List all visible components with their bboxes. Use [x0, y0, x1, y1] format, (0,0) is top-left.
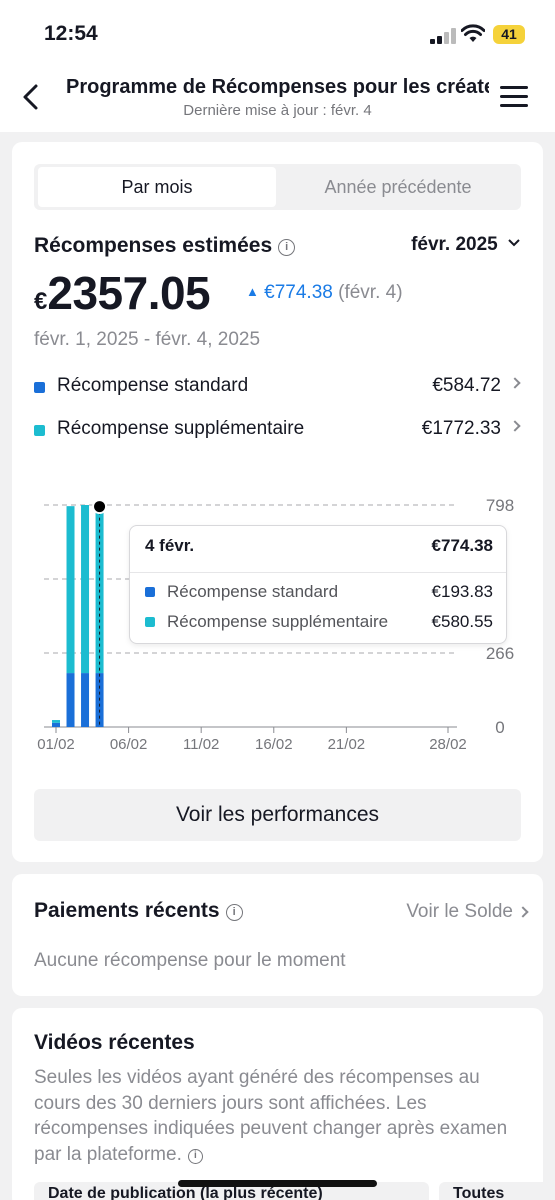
recent-payments-title: Paiements récents	[34, 899, 220, 922]
estimated-rewards-label: Récompenses estimées	[34, 234, 273, 257]
legend-dot-standard	[34, 382, 45, 393]
wifi-icon	[461, 24, 485, 42]
legend-value: €584.72	[432, 375, 501, 396]
last-updated-text: Dernière mise à jour : févr. 4	[183, 102, 372, 119]
up-triangle-icon: ▲	[246, 284, 259, 299]
bar-standard	[81, 673, 90, 727]
tab-annee-precedente[interactable]: Année précédente	[278, 167, 518, 207]
legend-label: Récompense supplémentaire	[57, 418, 305, 439]
home-indicator	[178, 1180, 377, 1187]
legend-value: €1772.33	[421, 418, 501, 439]
daily-change-value: €774.38	[264, 282, 333, 303]
hamburger-menu-icon[interactable]	[500, 86, 528, 110]
chevron-right-icon	[517, 906, 529, 918]
chevron-right-icon	[509, 377, 521, 389]
tooltip-label: Récompense standard	[167, 582, 339, 601]
info-icon[interactable]: i	[225, 904, 243, 921]
y-tick-label: 0	[495, 718, 504, 737]
tooltip-value: €193.83	[431, 582, 493, 601]
period-toggle: Par mois Année précédente	[34, 164, 521, 210]
page-title: Programme de Récompenses pour les créate…	[66, 76, 489, 98]
status-bar: 12:54 41	[0, 0, 555, 70]
tooltip-date: 4 févr.	[145, 536, 195, 555]
currency-symbol: €	[34, 288, 48, 315]
recent-videos-description: Seules les vidéos ayant généré des récom…	[34, 1065, 529, 1167]
tooltip-dot-supplementaire	[145, 617, 155, 627]
x-tick-label: 16/02	[255, 736, 293, 753]
daily-change-date: (févr. 4)	[338, 282, 403, 303]
cellular-signal-icon	[430, 28, 456, 44]
x-tick-label: 28/02	[429, 736, 467, 753]
top-nav: Programme de Récompenses pour les créate…	[0, 70, 555, 132]
chevron-right-icon	[509, 420, 521, 432]
tooltip-total: €774.38	[431, 536, 493, 555]
legend-row-standard[interactable]: Récompense standard €584.72	[34, 375, 521, 401]
tab-par-mois[interactable]: Par mois	[38, 167, 276, 207]
view-performance-button[interactable]: Voir les performances	[34, 789, 521, 841]
x-tick-label: 01/02	[37, 736, 75, 753]
daily-change: ▲ €774.38 (févr. 4)	[246, 282, 403, 304]
recent-payments-heading: Paiements récents i	[34, 899, 243, 923]
view-balance-link[interactable]: Voir le Solde	[406, 901, 513, 923]
no-rewards-message: Aucune récompense pour le moment	[34, 950, 346, 971]
y-tick-label: 266	[486, 644, 514, 663]
info-icon[interactable]: i	[187, 1148, 203, 1164]
battery-indicator: 41	[493, 25, 525, 44]
date-range: févr. 1, 2025 - févr. 4, 2025	[34, 329, 261, 350]
selected-point-marker	[92, 499, 108, 515]
tooltip-divider	[130, 572, 506, 573]
info-icon[interactable]: i	[278, 239, 296, 256]
x-tick-label: 11/02	[183, 736, 219, 753]
month-selector-label: févr. 2025	[411, 234, 498, 255]
legend-label: Récompense standard	[57, 375, 249, 396]
amount-value: 2357.05	[47, 267, 211, 319]
chart-tooltip: 4 févr. €774.38 Récompense standard €193…	[129, 525, 507, 644]
tooltip-label: Récompense supplémentaire	[167, 612, 389, 631]
tooltip-header: 4 févr. €774.38	[145, 536, 493, 556]
estimated-rewards-heading: Récompenses estimées i	[34, 234, 296, 258]
bar-standard	[52, 722, 60, 727]
bar-supplementaire	[52, 720, 60, 723]
bar-supplementaire	[66, 506, 75, 674]
recent-payments-card: Paiements récents i Voir le Solde Aucune …	[12, 874, 543, 996]
page-title-container: Programme de Récompenses pour les créate…	[66, 76, 489, 99]
status-time: 12:54	[44, 22, 98, 45]
recent-videos-title: Vidéos récentes	[34, 1031, 195, 1054]
x-tick-label: 21/02	[328, 736, 366, 753]
recent-videos-card: Vidéos récentes Seules les vidéos ayant …	[12, 1008, 543, 1200]
estimated-amount: €2357.05	[34, 266, 211, 320]
x-tick-label: 06/02	[110, 736, 148, 753]
y-tick-label: 798	[486, 496, 514, 515]
bar-standard	[66, 673, 75, 727]
legend-dot-supplementaire	[34, 425, 45, 436]
bar-supplementaire	[81, 505, 90, 674]
rewards-card: Par mois Année précédente Récompenses es…	[12, 142, 543, 862]
month-selector[interactable]: févr. 2025	[411, 234, 521, 256]
chevron-down-icon	[508, 239, 520, 247]
tooltip-value: €580.55	[431, 612, 493, 631]
tooltip-dot-standard	[145, 587, 155, 597]
legend-row-supplementaire[interactable]: Récompense supplémentaire €1772.33	[34, 418, 521, 444]
filter-all-column[interactable]: Toutes	[439, 1182, 543, 1200]
recent-videos-description-text: Seules les vidéos ayant généré des récom…	[34, 1067, 508, 1165]
